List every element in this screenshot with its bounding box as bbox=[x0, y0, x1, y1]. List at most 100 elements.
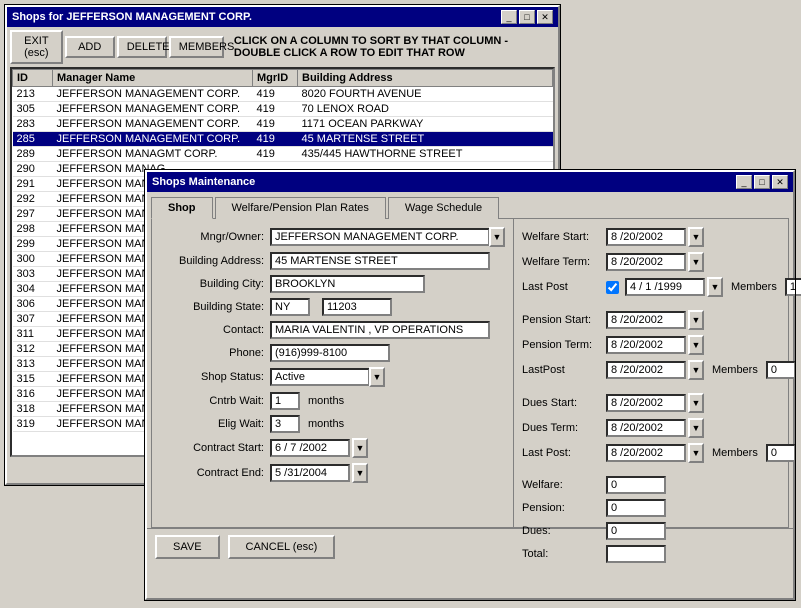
pension-term-calendar-btn[interactable]: ▼ bbox=[688, 335, 704, 355]
last-post-calendar-btn[interactable]: ▼ bbox=[707, 277, 723, 297]
col-id[interactable]: ID bbox=[13, 70, 53, 87]
modal-minimize-button[interactable]: _ bbox=[736, 175, 752, 189]
modal-maximize-button[interactable]: □ bbox=[754, 175, 770, 189]
building-zip-input[interactable] bbox=[322, 298, 392, 316]
total-input[interactable] bbox=[606, 545, 666, 563]
shop-panel: Mngr/Owner: ▼ Building Address: Building… bbox=[152, 219, 514, 527]
shop-status-input[interactable] bbox=[270, 368, 370, 386]
tab-welfare[interactable]: Welfare/Pension Plan Rates bbox=[215, 197, 386, 219]
contract-end-calendar-btn[interactable]: ▼ bbox=[352, 463, 368, 483]
pension-amount-label: Pension: bbox=[522, 502, 602, 514]
maximize-button[interactable]: □ bbox=[519, 10, 535, 24]
exit-button[interactable]: EXIT (esc) bbox=[10, 30, 63, 64]
contract-start-calendar-btn[interactable]: ▼ bbox=[352, 438, 368, 458]
minimize-button[interactable]: _ bbox=[501, 10, 517, 24]
last-post2-members-input[interactable] bbox=[766, 361, 796, 379]
last-post2-row: LastPost ▼ Members bbox=[522, 360, 801, 380]
dues-term-group: ▼ bbox=[606, 418, 704, 438]
building-state-input[interactable] bbox=[270, 298, 310, 316]
welfare-start-row: Welfare Start: ▼ bbox=[522, 227, 801, 247]
last-post-members-input[interactable] bbox=[785, 278, 801, 296]
contract-start-input[interactable] bbox=[270, 439, 350, 457]
mngr-owner-dropdown-arrow[interactable]: ▼ bbox=[489, 227, 505, 247]
last-post-label: Last Post bbox=[522, 281, 602, 293]
last-post2-input[interactable] bbox=[606, 361, 686, 379]
pension-start-label: Pension Start: bbox=[522, 314, 602, 326]
table-row[interactable]: 305JEFFERSON MANAGEMENT CORP.41970 LENOX… bbox=[13, 102, 553, 117]
welfare-term-group: ▼ bbox=[606, 252, 704, 272]
welfare-start-label: Welfare Start: bbox=[522, 231, 602, 243]
cntrb-wait-input[interactable] bbox=[270, 392, 300, 410]
dues-term-calendar-btn[interactable]: ▼ bbox=[688, 418, 704, 438]
welfare-term-row: Welfare Term: ▼ bbox=[522, 252, 801, 272]
table-row[interactable]: 289JEFFERSON MANAGMT CORP.419435/445 HAW… bbox=[13, 147, 553, 162]
modal-close-button[interactable]: ✕ bbox=[772, 175, 788, 189]
tab-shop[interactable]: Shop bbox=[151, 197, 213, 219]
last-post3-input[interactable] bbox=[606, 444, 686, 462]
contract-end-row: Contract End: ▼ bbox=[160, 463, 505, 483]
pension-term-input[interactable] bbox=[606, 336, 686, 354]
dues-start-calendar-btn[interactable]: ▼ bbox=[688, 393, 704, 413]
delete-button[interactable]: DELETE bbox=[117, 36, 167, 58]
welfare-amount-input[interactable] bbox=[606, 476, 666, 494]
contract-start-group: ▼ bbox=[270, 438, 368, 458]
last-post3-calendar-btn[interactable]: ▼ bbox=[688, 443, 704, 463]
dues-start-group: ▼ bbox=[606, 393, 704, 413]
save-button[interactable]: SAVE bbox=[155, 535, 220, 559]
building-address-input[interactable] bbox=[270, 252, 490, 270]
close-button[interactable]: ✕ bbox=[537, 10, 553, 24]
welfare-start-group: ▼ bbox=[606, 227, 704, 247]
elig-wait-input[interactable] bbox=[270, 415, 300, 433]
contract-end-input[interactable] bbox=[270, 464, 350, 482]
shop-status-dropdown-arrow[interactable]: ▼ bbox=[369, 367, 385, 387]
last-post2-calendar-btn[interactable]: ▼ bbox=[688, 360, 704, 380]
pension-term-row: Pension Term: ▼ bbox=[522, 335, 801, 355]
welfare-start-calendar-btn[interactable]: ▼ bbox=[688, 227, 704, 247]
col-building-address[interactable]: Building Address bbox=[298, 70, 553, 87]
last-post3-members-input[interactable] bbox=[766, 444, 796, 462]
tab-wage[interactable]: Wage Schedule bbox=[388, 197, 499, 219]
add-button[interactable]: ADD bbox=[65, 36, 115, 58]
last-post2-members-label: Members bbox=[712, 364, 758, 376]
pension-amount-input[interactable] bbox=[606, 499, 666, 517]
last-post-input[interactable] bbox=[625, 278, 705, 296]
welfare-term-calendar-btn[interactable]: ▼ bbox=[688, 252, 704, 272]
last-post-row: Last Post ▼ Members bbox=[522, 277, 801, 297]
dues-term-label: Dues Term: bbox=[522, 422, 602, 434]
dues-term-input[interactable] bbox=[606, 419, 686, 437]
mngr-owner-row: Mngr/Owner: ▼ bbox=[160, 227, 505, 247]
welfare-term-label: Welfare Term: bbox=[522, 256, 602, 268]
phone-input[interactable] bbox=[270, 344, 390, 362]
pension-start-input[interactable] bbox=[606, 311, 686, 329]
cancel-button[interactable]: CANCEL (esc) bbox=[228, 535, 336, 559]
contact-row: Contact: bbox=[160, 321, 505, 339]
col-mgrid[interactable]: MgrID bbox=[253, 70, 298, 87]
last-post-group: ▼ bbox=[625, 277, 723, 297]
building-city-label: Building City: bbox=[160, 278, 270, 290]
tab-content: Mngr/Owner: ▼ Building Address: Building… bbox=[151, 218, 789, 528]
last-post3-members-label: Members bbox=[712, 447, 758, 459]
welfare-start-input[interactable] bbox=[606, 228, 686, 246]
last-post-checkbox[interactable] bbox=[606, 281, 619, 294]
dues-term-row: Dues Term: ▼ bbox=[522, 418, 801, 438]
table-row[interactable]: 213JEFFERSON MANAGEMENT CORP.4198020 FOU… bbox=[13, 87, 553, 102]
table-row[interactable]: 285JEFFERSON MANAGEMENT CORP.41945 MARTE… bbox=[13, 132, 553, 147]
mngr-owner-input[interactable] bbox=[270, 228, 490, 246]
col-manager-name[interactable]: Manager Name bbox=[53, 70, 253, 87]
main-titlebar-buttons: _ □ ✕ bbox=[501, 10, 553, 24]
welfare-term-input[interactable] bbox=[606, 253, 686, 271]
members-button[interactable]: MEMBERS bbox=[169, 36, 224, 58]
pension-term-label: Pension Term: bbox=[522, 339, 602, 351]
dues-start-row: Dues Start: ▼ bbox=[522, 393, 801, 413]
pension-start-calendar-btn[interactable]: ▼ bbox=[688, 310, 704, 330]
table-row[interactable]: 283JEFFERSON MANAGEMENT CORP.4191171 OCE… bbox=[13, 117, 553, 132]
phone-row: Phone: bbox=[160, 344, 505, 362]
shop-status-label: Shop Status: bbox=[160, 371, 270, 383]
dues-amount-input[interactable] bbox=[606, 522, 666, 540]
dues-start-input[interactable] bbox=[606, 394, 686, 412]
building-city-input[interactable] bbox=[270, 275, 425, 293]
contract-start-row: Contract Start: ▼ bbox=[160, 438, 505, 458]
dues-amount-label: Dues: bbox=[522, 525, 602, 537]
modal-window: Shops Maintenance _ □ ✕ Shop Welfare/Pen… bbox=[145, 170, 795, 600]
contact-input[interactable] bbox=[270, 321, 490, 339]
